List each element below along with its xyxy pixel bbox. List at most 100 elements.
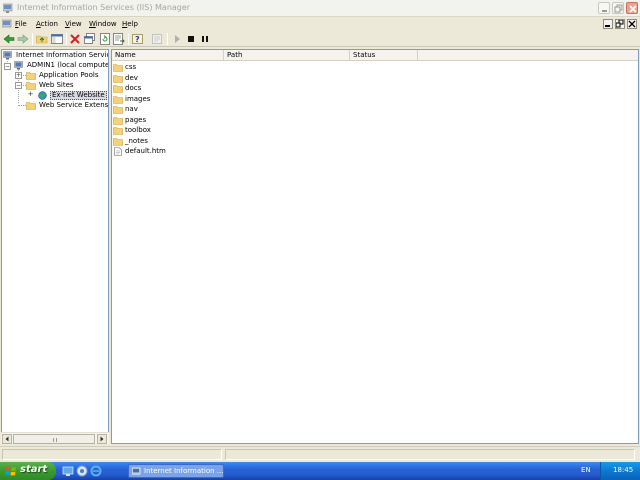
properties-icon[interactable] (84, 33, 96, 45)
title-bar[interactable]: Internet Information Services (IIS) Mana… (0, 0, 640, 17)
export-list-icon[interactable] (113, 33, 125, 45)
tree-guide (18, 105, 26, 106)
folder-icon (26, 82, 36, 90)
scrollbar-grip (53, 438, 57, 442)
status-bar (0, 446, 640, 462)
show-console-tree-icon[interactable] (51, 33, 63, 45)
toolbar-separator (128, 33, 129, 45)
language-indicator[interactable]: EN (581, 466, 591, 474)
menu-window[interactable]: Window (89, 20, 117, 28)
restore-icon (615, 19, 624, 28)
arrow-left-icon (5, 436, 9, 442)
taskbar: start Internet Information ... EN 18:45 (0, 462, 640, 480)
folder-icon (113, 116, 123, 125)
folder-icon (26, 72, 36, 80)
console-tree[interactable]: Internet Information Services − ADMIN1 (… (1, 49, 109, 444)
status-cell (225, 449, 635, 460)
child-minimize-button[interactable] (603, 19, 613, 29)
menu-action-label: ction (40, 20, 58, 28)
taskbar-button-label: Internet Information ... (144, 467, 224, 475)
tree-item-label: Web Sites (39, 81, 74, 89)
list-item-name: default.htm (125, 147, 166, 155)
collapse-web-sites-toggle[interactable]: − (15, 82, 22, 89)
folder-icon (113, 64, 123, 72)
list-item-name: toolbox (125, 126, 151, 134)
list-item-name: _notes (125, 136, 148, 145)
start-button[interactable]: start (0, 462, 56, 480)
scroll-right-button[interactable] (97, 434, 107, 444)
menu-view-label: iew (69, 20, 82, 28)
quick-launch-desktop-icon[interactable] (62, 465, 74, 477)
tree-item-label: Ex-net Website (50, 91, 107, 100)
back-arrow-icon[interactable] (3, 33, 15, 45)
list-item-name: nav (125, 105, 138, 113)
menu-file-label: ile (18, 20, 27, 28)
close-button[interactable] (626, 2, 638, 14)
menu-action[interactable]: Action (36, 20, 58, 28)
child-restore-button[interactable] (615, 19, 625, 29)
clock[interactable]: 18:45 (613, 466, 633, 474)
menu-help-label: elp (127, 20, 138, 28)
collapse-computer-toggle[interactable]: − (4, 63, 11, 70)
start-play-icon[interactable] (171, 33, 183, 45)
menu-file[interactable]: File (15, 20, 27, 28)
expand-app-pools-toggle[interactable]: + (15, 72, 22, 79)
minimize-icon (605, 25, 610, 27)
stop-icon[interactable] (185, 33, 197, 45)
toolbar: ? (0, 31, 640, 47)
toolbar-separator (32, 33, 33, 45)
quick-launch-media-icon[interactable] (76, 465, 88, 477)
tree-item-label: ADMIN1 (local computer) (27, 61, 109, 69)
help-icon[interactable]: ? (132, 33, 144, 45)
toolbar-separator (66, 33, 67, 45)
menu-view[interactable]: View (65, 20, 82, 28)
taskbar-button-iis[interactable]: Internet Information ... (128, 464, 224, 478)
delete-icon[interactable] (69, 33, 81, 45)
iis-manager-window: Internet Information Services (IIS) Mana… (0, 0, 640, 462)
iis-app-icon (132, 467, 141, 475)
child-window-icon[interactable] (2, 19, 12, 29)
tree-item-label: Application Pools (39, 71, 99, 79)
scroll-left-button[interactable] (2, 434, 12, 444)
column-header-path[interactable]: Path (224, 50, 350, 61)
menu-window-accel: W (89, 20, 96, 28)
window-title: Internet Information Services (IIS) Mana… (17, 3, 191, 12)
close-icon (629, 5, 637, 13)
globe-icon (38, 91, 47, 100)
tree-horizontal-scrollbar[interactable] (1, 432, 109, 444)
svg-text:?: ? (135, 35, 140, 44)
minimize-button[interactable] (598, 2, 610, 14)
forward-arrow-icon[interactable] (17, 33, 29, 45)
folder-icon (113, 85, 123, 93)
details-list[interactable]: Name Path Status css dev docs images nav page… (111, 49, 639, 444)
menu-bar: File Action View Window Help (0, 18, 640, 31)
computer-icon (3, 51, 12, 60)
quick-launch-ie-icon[interactable] (90, 465, 102, 477)
up-folder-icon[interactable] (36, 33, 48, 45)
list-header: Name Path Status (112, 50, 638, 61)
folder-icon (113, 137, 123, 146)
child-close-button[interactable] (627, 19, 637, 29)
menu-window-label: indow (95, 20, 117, 28)
scrollbar-thumb[interactable] (13, 434, 95, 444)
html-file-icon (114, 147, 122, 156)
start-label: start (20, 464, 48, 475)
column-header-name[interactable]: Name (112, 50, 224, 61)
explore-icon[interactable] (151, 33, 163, 45)
restore-button[interactable] (612, 2, 624, 14)
menu-help[interactable]: Help (122, 20, 138, 28)
expand-website-toggle[interactable]: + (27, 91, 34, 99)
column-header-status[interactable]: Status (350, 50, 418, 61)
folder-icon (26, 102, 36, 110)
list-item-name: css (125, 63, 137, 71)
windows-flag-icon (5, 466, 16, 476)
minimize-icon (602, 10, 607, 12)
folder-icon (113, 106, 123, 114)
list-item-name: pages (125, 115, 147, 124)
folder-icon (113, 74, 123, 83)
status-cell (2, 449, 222, 460)
refresh-icon[interactable] (99, 33, 111, 45)
tree-item-label: Internet Information Services (16, 51, 109, 59)
list-item-name: images (125, 94, 151, 103)
pause-icon[interactable] (199, 33, 211, 45)
